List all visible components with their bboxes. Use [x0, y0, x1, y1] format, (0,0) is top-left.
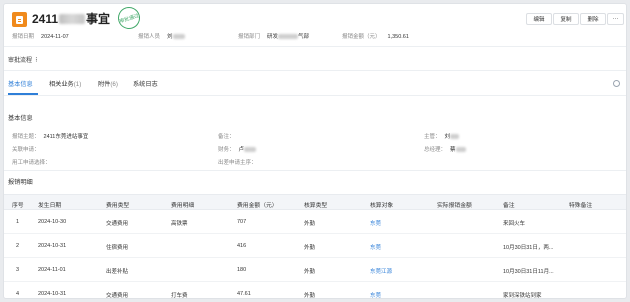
column-header: 费用明细: [171, 203, 195, 209]
tab-system-log[interactable]: 系统日志: [133, 79, 158, 88]
column-header: 核算类型: [304, 203, 328, 209]
approval-flow[interactable]: 审批流程 ⠇: [8, 55, 39, 64]
field-subject: 报销主题： 2411东莞进站事宜: [12, 134, 89, 140]
approval-flow-icon: ⠇: [35, 58, 40, 64]
more-button[interactable]: ⋯: [607, 13, 624, 25]
redacted-text: [455, 147, 466, 153]
copy-button[interactable]: 复制: [553, 13, 579, 25]
column-header: 实际报销金额: [437, 203, 472, 209]
field-related-application: 关联申请：: [12, 147, 40, 153]
redacted-text: [278, 34, 299, 40]
expense-detail-window: 2411 事宜 审批通过 编辑 复制 删除 ⋯ 报销日期 2024-11-07 报销…: [3, 3, 627, 299]
accounting-target-link[interactable]: 东莞: [370, 219, 381, 227]
settings-icon[interactable]: [613, 80, 620, 87]
field-remark: 备注：: [218, 134, 235, 140]
table-header: 序号 发生日期 费用类型 费用明细 费用金额（元） 核算类型 核算对象 实际报销…: [4, 194, 626, 210]
table-row[interactable]: 3 2024-11-01 出差补贴 180 外勤 东莞江源 10月30日31日1…: [4, 258, 626, 282]
meta-department: 报销部门 研发 气部: [238, 34, 310, 40]
edit-button[interactable]: 编辑: [526, 13, 552, 25]
column-header: 费用金额（元）: [237, 203, 278, 209]
delete-button[interactable]: 删除: [580, 13, 606, 25]
tab-basic-info[interactable]: 基本信息: [8, 79, 33, 88]
table-row[interactable]: 4 2024-10-31 交通费用 打车费 47.61 外勤 东莞 家到深铁站到…: [4, 282, 626, 298]
field-manager: 主管：刘: [424, 132, 460, 140]
column-header: 费用类型: [106, 203, 130, 209]
field-general-manager: 总经理：蔡: [424, 145, 466, 153]
column-header: 核算对象: [370, 203, 394, 209]
redacted-text: [450, 134, 460, 140]
accounting-target-link[interactable]: 东莞: [370, 291, 381, 298]
column-header: 发生日期: [38, 203, 62, 209]
table-row[interactable]: 1 2024-10-30 交通费用 高铁票 707 外勤 东莞 来回火车: [4, 210, 626, 234]
page-title: 2411 事宜: [32, 12, 111, 26]
column-header: 备注: [503, 203, 515, 209]
table-row[interactable]: 2 2024-10-31 住宿费用 416 外勤 东莞 10月30日31日，两.…: [4, 234, 626, 258]
meta-report-date: 报销日期 2024-11-07: [12, 34, 69, 40]
field-travel-application: 出差申请主序：: [218, 160, 257, 166]
accounting-target-link[interactable]: 东莞江源: [370, 267, 392, 275]
field-usage-application: 用工申请选择：: [12, 160, 51, 166]
redacted-text: [244, 147, 257, 153]
meta-amount: 报销金额（元） 1,350.61: [342, 34, 409, 40]
field-finance: 财务：卢: [218, 145, 257, 153]
column-header: 序号: [12, 203, 24, 209]
redacted-text: [172, 34, 185, 40]
tab-attachments[interactable]: 附件(6): [98, 79, 118, 88]
column-header: 特殊备注: [569, 203, 593, 209]
document-icon: [12, 12, 27, 27]
approved-stamp: 审批通过: [115, 4, 143, 32]
section-expense-detail: 报销明细: [8, 179, 33, 186]
accounting-target-link[interactable]: 东莞: [370, 243, 381, 251]
section-basic-info: 基本信息: [8, 115, 33, 122]
meta-reporter: 报销人员刘: [138, 32, 185, 40]
redacted-text: [59, 14, 86, 24]
tab-related-business[interactable]: 相关业务(1): [49, 79, 81, 88]
